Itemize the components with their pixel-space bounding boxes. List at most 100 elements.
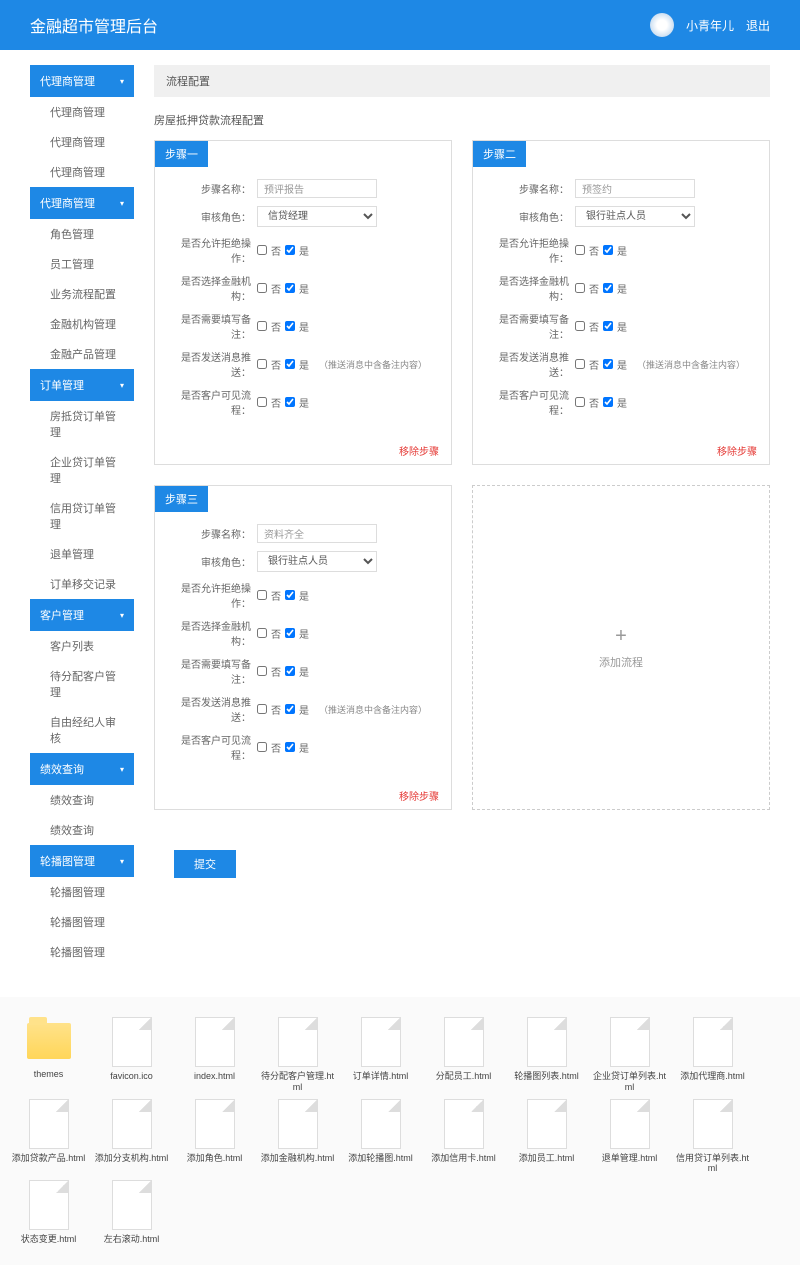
menu-item-2-0[interactable]: 房抵贷订单管理 [30, 401, 134, 447]
file-item-17[interactable]: 信用贷订单列表.html [674, 1099, 751, 1175]
file-item-18[interactable]: 状态变更.html [10, 1180, 87, 1245]
step1-org-no[interactable] [575, 283, 585, 293]
label-role: 审核角色： [485, 209, 575, 224]
menu-item-0-2[interactable]: 代理商管理 [30, 157, 134, 187]
step2-org-yes[interactable] [285, 628, 295, 638]
label-push: 是否发送消息推送： [167, 694, 257, 724]
file-item-3[interactable]: 待分配客户管理.html [259, 1017, 336, 1093]
file-label: 状态变更.html [10, 1234, 87, 1245]
menu-item-1-3[interactable]: 金融机构管理 [30, 309, 134, 339]
file-item-12[interactable]: 添加金融机构.html [259, 1099, 336, 1175]
step1-visible-yes[interactable] [603, 397, 613, 407]
menu-item-1-4[interactable]: 金融产品管理 [30, 339, 134, 369]
step1-name-input[interactable] [575, 179, 695, 198]
remove-step-1[interactable]: 移除步骤 [473, 437, 769, 464]
step0-visible-no[interactable] [257, 397, 267, 407]
menu-item-1-2[interactable]: 业务流程配置 [30, 279, 134, 309]
menu-item-4-0[interactable]: 绩效查询 [30, 785, 134, 815]
menu-item-5-1[interactable]: 轮播图管理 [30, 907, 134, 937]
file-item-5[interactable]: 分配员工.html [425, 1017, 502, 1093]
step2-remark-no[interactable] [257, 666, 267, 676]
step0-visible-yes[interactable] [285, 397, 295, 407]
menu-header-4[interactable]: 绩效查询 [30, 753, 134, 785]
menu-header-5[interactable]: 轮播图管理 [30, 845, 134, 877]
file-item-8[interactable]: 添加代理商.html [674, 1017, 751, 1093]
remove-step-2[interactable]: 移除步骤 [155, 782, 451, 809]
menu-item-3-0[interactable]: 客户列表 [30, 631, 134, 661]
file-item-19[interactable]: 左右滚动.html [93, 1180, 170, 1245]
step0-name-input[interactable] [257, 179, 377, 198]
step1-org-yes[interactable] [603, 283, 613, 293]
step1-push-yes[interactable] [603, 359, 613, 369]
file-item-2[interactable]: index.html [176, 1017, 253, 1093]
step2-visible-yes[interactable] [285, 742, 295, 752]
menu-item-1-1[interactable]: 员工管理 [30, 249, 134, 279]
menu-header-1[interactable]: 代理商管理 [30, 187, 134, 219]
menu-item-0-1[interactable]: 代理商管理 [30, 127, 134, 157]
step1-role-select[interactable]: 银行驻点人员 [575, 206, 695, 227]
file-label: favicon.ico [93, 1071, 170, 1082]
file-item-1[interactable]: favicon.ico [93, 1017, 170, 1093]
menu-item-3-1[interactable]: 待分配客户管理 [30, 661, 134, 707]
file-item-0[interactable]: themes [10, 1017, 87, 1093]
menu-item-4-1[interactable]: 绩效查询 [30, 815, 134, 845]
step2-role-select[interactable]: 银行驻点人员 [257, 551, 377, 572]
file-item-15[interactable]: 添加员工.html [508, 1099, 585, 1175]
file-item-6[interactable]: 轮播图列表.html [508, 1017, 585, 1093]
username-link[interactable]: 小青年儿 [686, 17, 734, 34]
step0-reject-no[interactable] [257, 245, 267, 255]
menu-item-2-2[interactable]: 信用贷订单管理 [30, 493, 134, 539]
file-item-7[interactable]: 企业贷订单列表.html [591, 1017, 668, 1093]
step0-remark-no[interactable] [257, 321, 267, 331]
file-item-14[interactable]: 添加信用卡.html [425, 1099, 502, 1175]
menu-header-3[interactable]: 客户管理 [30, 599, 134, 631]
label-stepname: 步骤名称： [167, 181, 257, 196]
step2-reject-no[interactable] [257, 590, 267, 600]
step0-remark-yes[interactable] [285, 321, 295, 331]
file-item-16[interactable]: 退单管理.html [591, 1099, 668, 1175]
step1-visible-no[interactable] [575, 397, 585, 407]
menu-item-3-2[interactable]: 自由经纪人审核 [30, 707, 134, 753]
step1-reject-yes[interactable] [603, 245, 613, 255]
step1-remark-no[interactable] [575, 321, 585, 331]
file-item-9[interactable]: 添加贷款产品.html [10, 1099, 87, 1175]
menu-item-0-0[interactable]: 代理商管理 [30, 97, 134, 127]
step2-push-no[interactable] [257, 704, 267, 714]
step2-reject-yes[interactable] [285, 590, 295, 600]
file-item-4[interactable]: 订单详情.html [342, 1017, 419, 1093]
step0-push-yes[interactable] [285, 359, 295, 369]
step0-role-select[interactable]: 信贷经理 [257, 206, 377, 227]
menu-item-1-0[interactable]: 角色管理 [30, 219, 134, 249]
step1-reject-no[interactable] [575, 245, 585, 255]
file-icon [444, 1017, 484, 1067]
avatar[interactable] [650, 13, 674, 37]
step0-push-no[interactable] [257, 359, 267, 369]
step2-push-yes[interactable] [285, 704, 295, 714]
step2-name-input[interactable] [257, 524, 377, 543]
file-item-10[interactable]: 添加分支机构.html [93, 1099, 170, 1175]
step1-remark-yes[interactable] [603, 321, 613, 331]
logout-link[interactable]: 退出 [746, 17, 770, 34]
step0-org-no[interactable] [257, 283, 267, 293]
menu-item-2-1[interactable]: 企业贷订单管理 [30, 447, 134, 493]
step0-org-yes[interactable] [285, 283, 295, 293]
step1-push-no[interactable] [575, 359, 585, 369]
menu-item-2-4[interactable]: 订单移交记录 [30, 569, 134, 599]
file-icon [693, 1099, 733, 1149]
menu-item-2-3[interactable]: 退单管理 [30, 539, 134, 569]
submit-button[interactable]: 提交 [174, 850, 236, 878]
file-item-11[interactable]: 添加角色.html [176, 1099, 253, 1175]
menu-item-5-0[interactable]: 轮播图管理 [30, 877, 134, 907]
menu-item-5-2[interactable]: 轮播图管理 [30, 937, 134, 967]
file-icon [195, 1099, 235, 1149]
step0-reject-yes[interactable] [285, 245, 295, 255]
file-item-13[interactable]: 添加轮播图.html [342, 1099, 419, 1175]
add-step-card[interactable]: +添加流程 [472, 485, 770, 810]
menu-header-0[interactable]: 代理商管理 [30, 65, 134, 97]
menu-header-2[interactable]: 订单管理 [30, 369, 134, 401]
step2-remark-yes[interactable] [285, 666, 295, 676]
step2-visible-no[interactable] [257, 742, 267, 752]
step2-org-no[interactable] [257, 628, 267, 638]
remove-step-0[interactable]: 移除步骤 [155, 437, 451, 464]
label-visible: 是否客户可见流程： [167, 732, 257, 762]
